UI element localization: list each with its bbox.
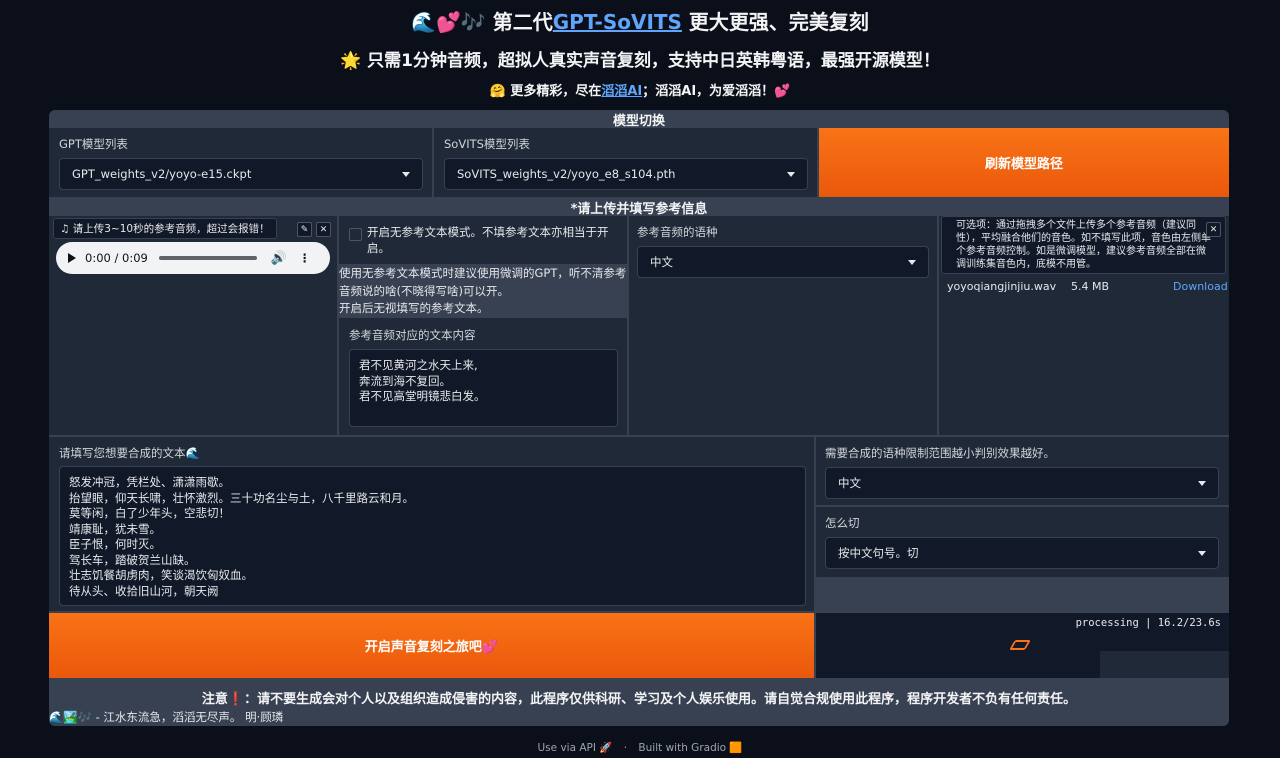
chevron-down-icon <box>1198 480 1206 486</box>
ref-text-block: 开启无参考文本模式。不填参考文本亦相当于开启。 使用无参考文本模式时建议使用微调… <box>339 216 627 435</box>
ref-lang-dropdown[interactable]: 中文 <box>637 246 929 278</box>
ref-audio-label: ♫ 请上传3~10秒的参考音频，超过会报错！ <box>53 218 277 239</box>
synth-lang-label: 需要合成的语种限制范围越小判别效果越好。 <box>825 446 1055 460</box>
ref-lang-value: 中文 <box>650 255 673 269</box>
file-size: 5.4 MB <box>1071 280 1110 293</box>
chevron-down-icon <box>1198 550 1206 556</box>
page-tagline: 🤗 更多精彩，尽在滔滔AI；滔滔AI，为爱滔滔！💕 <box>0 80 1280 99</box>
title-suffix: 更大更强、完美复刻 <box>681 10 869 34</box>
taotao-ai-link[interactable]: 滔滔AI <box>601 84 642 99</box>
file-name: yoyoqiangjinjiu.wav <box>947 280 1057 293</box>
start-synthesis-button[interactable]: 开启声音复刻之旅吧💕 <box>49 613 814 678</box>
cut-method-label: 怎么切 <box>825 516 860 530</box>
audio-time: 0:00 / 0:09 <box>85 251 148 265</box>
chevron-down-icon <box>402 171 410 177</box>
file-download-link[interactable]: Download <box>1173 280 1228 293</box>
synth-text-input[interactable]: 怒发冲冠，凭栏处、潇潇雨歇。 抬望眼，仰天长啸，壮怀激烈。三十功名尘与土，八千里… <box>59 466 806 606</box>
cut-method-value: 按中文句号。切 <box>838 546 919 560</box>
chevron-down-icon <box>787 171 795 177</box>
footer-separator: · <box>623 742 628 754</box>
main-panel: 模型切换 GPT模型列表 GPT_weights_v2/yoyo-e15.ckp… <box>49 110 1229 726</box>
no-ref-checkbox[interactable] <box>349 228 362 241</box>
chevron-down-icon <box>908 259 916 265</box>
sovits-model-block: SoVITS模型列表 SoVITS_weights_v2/yoyo_e8_s10… <box>434 128 817 197</box>
ref-text-label: 参考音频对应的文本内容 <box>349 328 476 342</box>
output-audio-block: processing | 16.2/23.6s <box>816 613 1229 678</box>
ref-text-input[interactable]: 君不见黄河之水天上来, 奔流到海不复回。 君不见高堂明镜悲白发。 <box>349 349 618 427</box>
gpt-model-dropdown[interactable]: GPT_weights_v2/yoyo-e15.ckpt <box>59 158 423 190</box>
title-prefix: 🌊💕🎶 第二代 <box>411 10 553 34</box>
no-ref-checkbox-label: 开启无参考文本模式。不填参考文本亦相当于开启。 <box>367 225 609 255</box>
ref-lang-block: 参考音频的语种 中文 <box>629 216 937 435</box>
processing-status: processing | 16.2/23.6s <box>1075 617 1221 629</box>
synth-text-label: 请填写您想要合成的文本🌊 <box>59 446 200 460</box>
reference-title: *请上传并填写参考信息 <box>570 202 708 217</box>
built-with-gradio-link[interactable]: Built with Gradio 🟧 <box>638 742 742 754</box>
refresh-models-button[interactable]: 刷新模型路径 <box>819 128 1229 197</box>
gpt-model-value: GPT_weights_v2/yoyo-e15.ckpt <box>72 167 252 181</box>
volume-icon[interactable]: 🔊 <box>271 251 287 266</box>
close-icon[interactable]: ✕ <box>1206 222 1221 237</box>
sovits-model-value: SoVITS_weights_v2/yoyo_e8_s104.pth <box>457 167 676 181</box>
model-switch-title: 模型切换 <box>612 114 665 129</box>
audio-progress-track[interactable] <box>158 256 257 260</box>
ref-audio-player[interactable]: 0:00 / 0:09 🔊 ⋮ <box>56 242 330 274</box>
edit-icon[interactable]: ✎ <box>297 222 312 237</box>
cut-method-dropdown[interactable]: 按中文句号。切 <box>825 537 1219 569</box>
sovits-model-dropdown[interactable]: SoVITS_weights_v2/yoyo_e8_s104.pth <box>444 158 808 190</box>
page-title: 🌊💕🎶 第二代GPT-SoVITS 更大更强、完美复刻 <box>0 6 1280 35</box>
tagline-suffix: ；滔滔AI，为爱滔滔！💕 <box>642 84 791 99</box>
play-icon[interactable] <box>68 253 76 263</box>
cut-method-block: 怎么切 按中文句号。切 <box>816 507 1229 577</box>
synth-lang-block: 需要合成的语种限制范围越小判别效果越好。 中文 <box>816 437 1229 505</box>
loading-icon <box>1009 640 1031 650</box>
tagline-prefix: 🤗 更多精彩，尽在 <box>489 84 602 99</box>
use-via-api-link[interactable]: Use via API 🚀 <box>538 742 613 754</box>
synth-text-block: 请填写您想要合成的文本🌊 怒发冲冠，凭栏处、潇潇雨歇。 抬望眼，仰天长啸，壮怀激… <box>49 437 814 611</box>
poem-line: 🌊🏞️🎶 - 江水东流急，滔滔无尽声。 明·顾璘 <box>49 710 284 724</box>
multi-ref-block: 可选项：通过拖拽多个文件上传多个参考音频（建议同性），平均融合他们的音色。如不填… <box>939 216 1229 435</box>
more-options-icon[interactable]: ⋮ <box>299 251 311 265</box>
synth-lang-dropdown[interactable]: 中文 <box>825 467 1219 499</box>
gpt-sovits-link[interactable]: GPT-SoVITS <box>553 10 682 34</box>
close-icon[interactable]: ✕ <box>316 222 331 237</box>
synth-lang-value: 中文 <box>838 476 861 490</box>
gpt-model-block: GPT模型列表 GPT_weights_v2/yoyo-e15.ckpt <box>49 128 432 197</box>
notice-text: 注意❗：请不要生成会对个人以及组织造成侵害的内容，此程序仅供科研、学习及个人娱乐… <box>201 692 1077 707</box>
ref-lang-label: 参考音频的语种 <box>637 225 718 239</box>
gpt-model-label: GPT模型列表 <box>59 137 128 151</box>
page-subtitle: 🌟 只需1分钟音频，超拟人真实声音复刻，支持中日英韩粤语，最强开源模型！ <box>340 51 940 71</box>
no-ref-info: 使用无参考文本模式时建议使用微调的GPT，听不清参考音频说的啥(不晓得写啥)可以… <box>339 264 627 318</box>
sovits-model-label: SoVITS模型列表 <box>444 137 530 151</box>
multi-ref-hint: 可选项：通过拖拽多个文件上传多个参考音频（建议同性），平均融合他们的音色。如不填… <box>941 216 1226 274</box>
output-placeholder <box>1100 651 1229 678</box>
footer: Use via API 🚀 · Built with Gradio 🟧 <box>0 741 1280 754</box>
